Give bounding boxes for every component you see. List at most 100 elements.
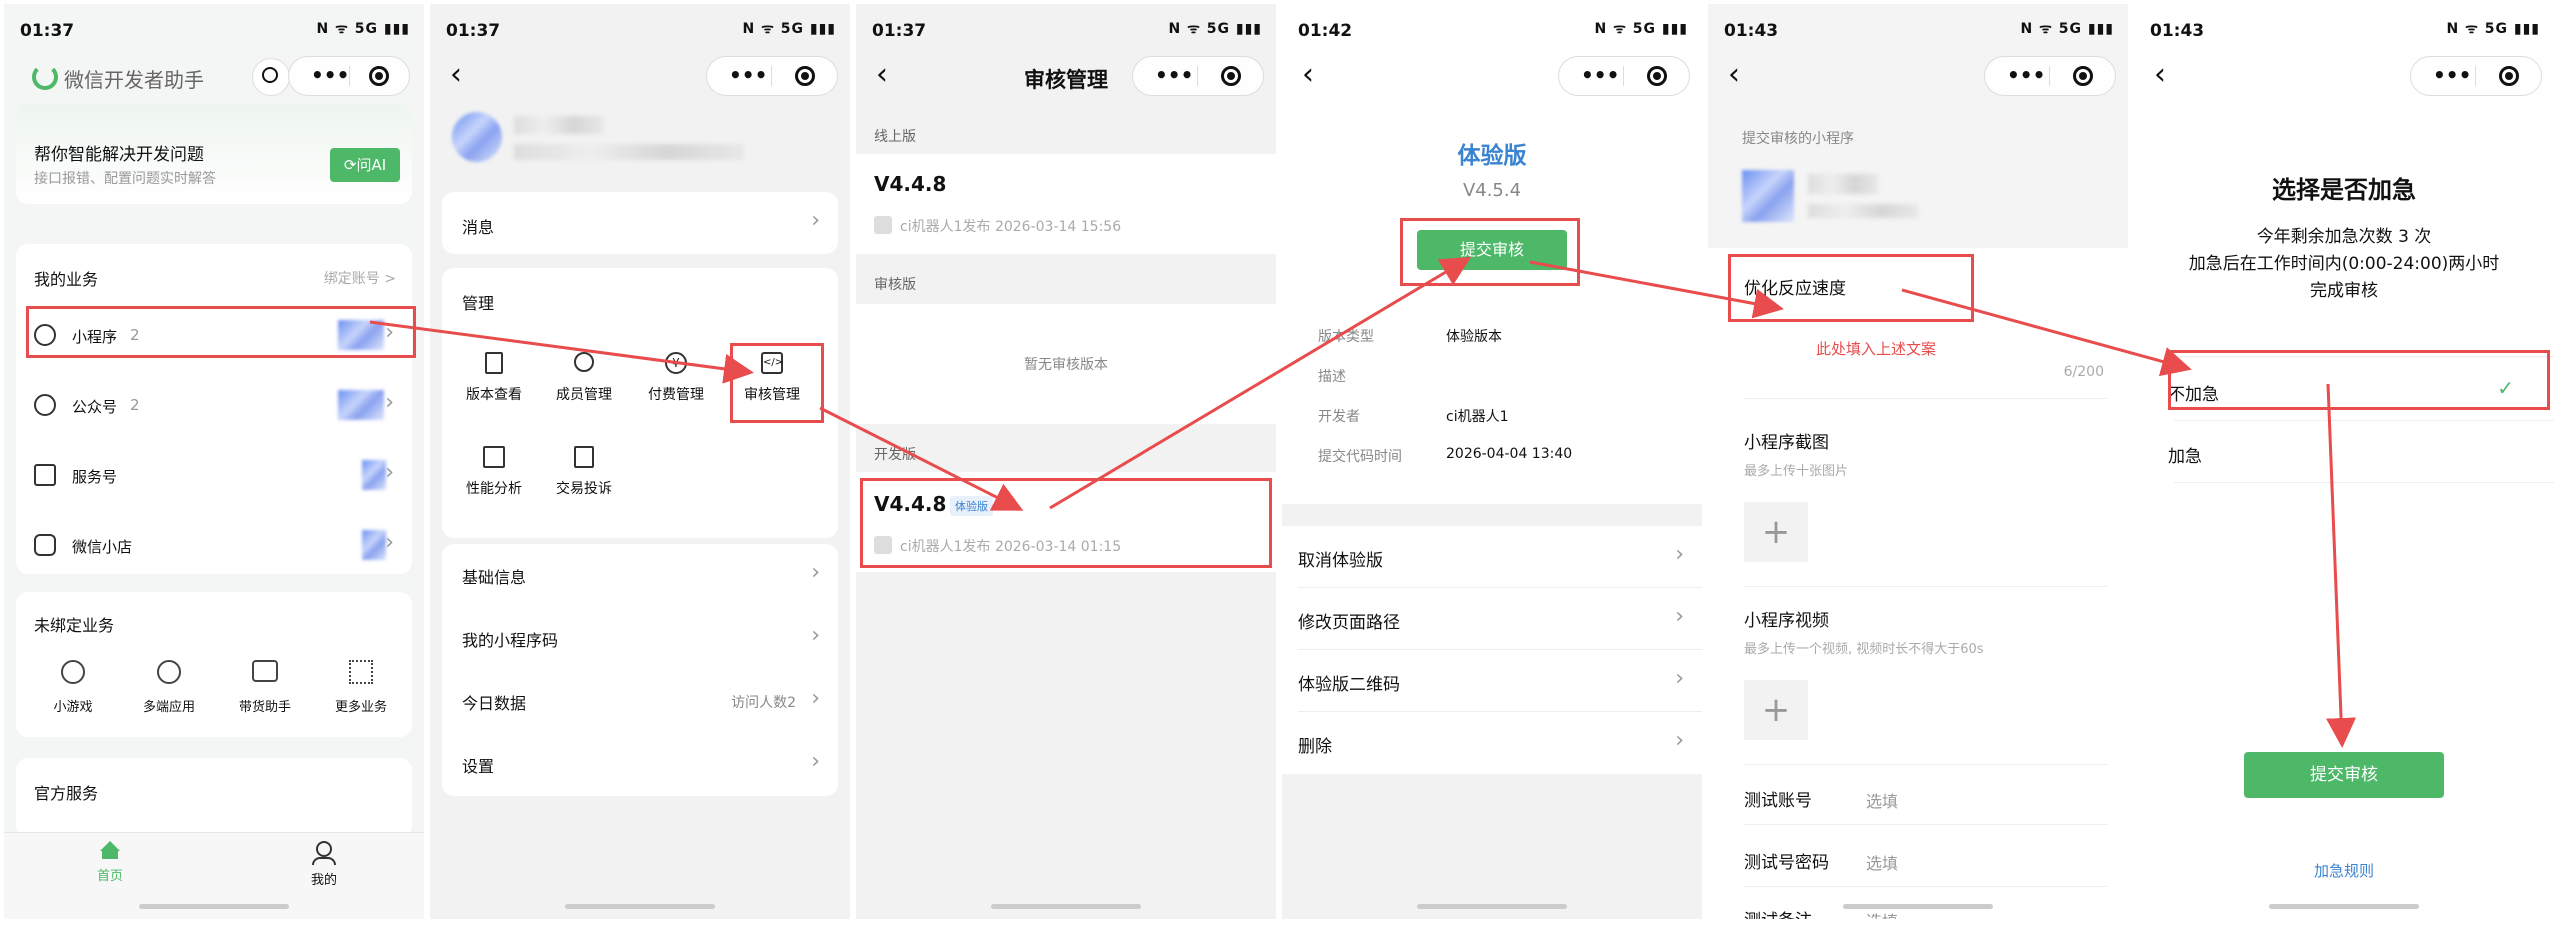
back-icon[interactable]: ‹ [2154,60,2166,90]
screen-submit-review: 01:43 N ᯤ 5G ▮▮▮ ‹ ••• 提交审核的小程序 优化反应速度 此… [1708,4,2128,919]
info-key: 提交代码时间 [1318,449,1402,465]
manage-item-version[interactable]: 版本查看 [454,352,534,404]
complaint-icon [574,446,594,468]
test-notes-input[interactable]: 选填 [1866,908,1898,919]
business-item-service[interactable]: 服务号 › [16,446,412,506]
urgent-rules-link[interactable]: 加急规则 [2134,860,2554,881]
screen-review-manage: 01:37 N ᯤ 5G ▮▮▮ ‹ 审核管理 ••• 线上版 V4.4.8 c… [856,4,1276,919]
action-modify-path[interactable]: 修改页面路径 › [1282,588,1702,648]
unbound-item-multiend[interactable]: 多端应用 [124,660,214,715]
option-urgent[interactable]: 加急 [2134,422,2554,482]
action-trial-qrcode[interactable]: 体验版二维码 › [1282,650,1702,710]
test-password-input[interactable]: 选填 [1866,850,1898,874]
close-miniapp-icon[interactable] [1647,66,1667,86]
sales-icon [252,660,278,682]
more-icon[interactable]: ••• [2007,63,2045,87]
close-miniapp-icon[interactable] [1221,66,1241,86]
info-value: 体验版本 [1446,329,1502,345]
manage-item-payment[interactable]: ¥ 付费管理 [636,352,716,404]
list-item-basic-info[interactable]: 基础信息 › [442,544,838,604]
capsule-menu[interactable]: ••• [706,56,838,96]
action-delete[interactable]: 删除 › [1282,712,1702,772]
manage-item-members[interactable]: 成员管理 [544,352,624,404]
add-video-button[interactable]: + [1744,680,1808,740]
back-icon[interactable]: ‹ [1302,60,1314,90]
action-label: 体验版二维码 [1298,675,1400,695]
list-item-qrcode[interactable]: 我的小程序码 › [442,607,838,667]
online-version-card[interactable]: V4.4.8 ci机器人1发布 2026-03-14 15:56 [856,154,1276,254]
home-icon-base [102,851,118,859]
manage-item-complaint[interactable]: 交易投诉 [544,446,624,498]
close-miniapp-icon[interactable] [2499,66,2519,86]
submit-review-button[interactable]: 提交审核 [2244,752,2444,798]
add-screenshot-button[interactable]: + [1744,502,1808,562]
more-icon[interactable]: ••• [2433,63,2471,87]
chevron-right-icon: › [811,749,820,774]
more-icon[interactable]: ••• [311,63,349,87]
close-miniapp-icon[interactable] [795,66,815,86]
chevron-right-icon: › [1675,728,1684,753]
close-miniapp-icon[interactable] [369,66,389,86]
list-item-settings[interactable]: 设置 › [442,733,838,793]
status-bar: 01:43 N ᯤ 5G ▮▮▮ [2134,4,2554,56]
row-divider [1744,824,2108,825]
unbound-item-sales[interactable]: 带货助手 [220,660,310,715]
capsule-menu[interactable]: ••• [1558,56,1690,96]
business-label: 公众号 [72,398,118,416]
unbound-card: 未绑定业务 小游戏 多端应用 带货助手 更多业务 [16,592,412,737]
screen-trial-version: 01:42 N ᯤ 5G ▮▮▮ ‹ ••• 体验版 V4.5.4 提交审核 版… [1282,4,1702,919]
highlight-submit-review [1400,218,1580,286]
capsule-divider [771,66,772,86]
status-icons: N ᯤ 5G ▮▮▮ [1168,21,1262,37]
dev-header: 开发版 [874,447,916,463]
tab-mine[interactable]: 我的 [274,841,374,888]
close-miniapp-icon[interactable] [2073,66,2093,86]
members-icon [574,352,594,372]
field-label: 测试备注 [1744,906,1812,919]
miniprogram-name-redacted [514,116,604,134]
action-label: 删除 [1298,737,1332,757]
search-button[interactable] [252,58,290,96]
back-icon[interactable]: ‹ [450,60,462,90]
ask-ai-button[interactable]: ⟳问AI [330,148,400,182]
back-icon[interactable]: ‹ [1728,60,1740,90]
message-card[interactable]: 消息 › [442,192,838,254]
ask-ai-label: 问AI [356,156,387,174]
unbound-item-minigame[interactable]: 小游戏 [28,660,118,715]
business-item-shop[interactable]: 微信小店 › [16,516,412,576]
capsule-menu[interactable]: ••• [2410,56,2542,96]
my-business-card: 我的业务 绑定账号 > 小程序 2 › 公众号 2 › 服务号 › 微信小店 › [16,244,412,574]
unbound-header: 未绑定业务 [34,616,115,635]
status-icons: N ᯤ 5G ▮▮▮ [1594,21,1688,37]
capsule-divider [1197,66,1198,86]
refresh-icon: ⟳ [343,156,357,174]
unbound-item-more[interactable]: 更多业务 [316,660,406,715]
chevron-right-icon: › [1675,604,1684,629]
message-label: 消息 [462,218,495,237]
home-indicator [991,904,1141,909]
tab-home[interactable]: 首页 [60,841,160,884]
more-icon[interactable]: ••• [1155,63,1193,87]
row-divider [2174,420,2554,421]
business-label: 微信小店 [72,538,133,556]
home-indicator [1843,904,1993,909]
more-icon[interactable]: ••• [729,63,767,87]
field-label: 测试号密码 [1744,853,1829,873]
more-icon[interactable]: ••• [1581,63,1619,87]
capsule-menu[interactable]: ••• [1132,56,1264,96]
miniprogram-avatar [452,112,502,162]
service-account-icon [34,464,56,486]
action-cancel-trial[interactable]: 取消体验版 › [1282,526,1702,586]
chevron-right-icon: › [811,623,820,648]
miniprogram-name-redacted [1808,174,1878,194]
test-account-input[interactable]: 选填 [1866,788,1898,812]
manage-item-performance[interactable]: 性能分析 [454,446,534,498]
capsule-menu[interactable]: ••• [1984,56,2116,96]
form-panel: 优化反应速度 此处填入上述文案 6/200 小程序截图 最多上传十张图片 + 小… [1708,248,2128,919]
bind-account-link[interactable]: 绑定账号 > [324,268,396,288]
row-divider [1744,586,2108,587]
capsule-menu[interactable]: ••• [288,56,410,96]
list-item-today-data[interactable]: 今日数据 访问人数2 › [442,670,838,730]
home-icon [100,841,120,851]
business-item-official[interactable]: 公众号 2 › [16,376,412,436]
